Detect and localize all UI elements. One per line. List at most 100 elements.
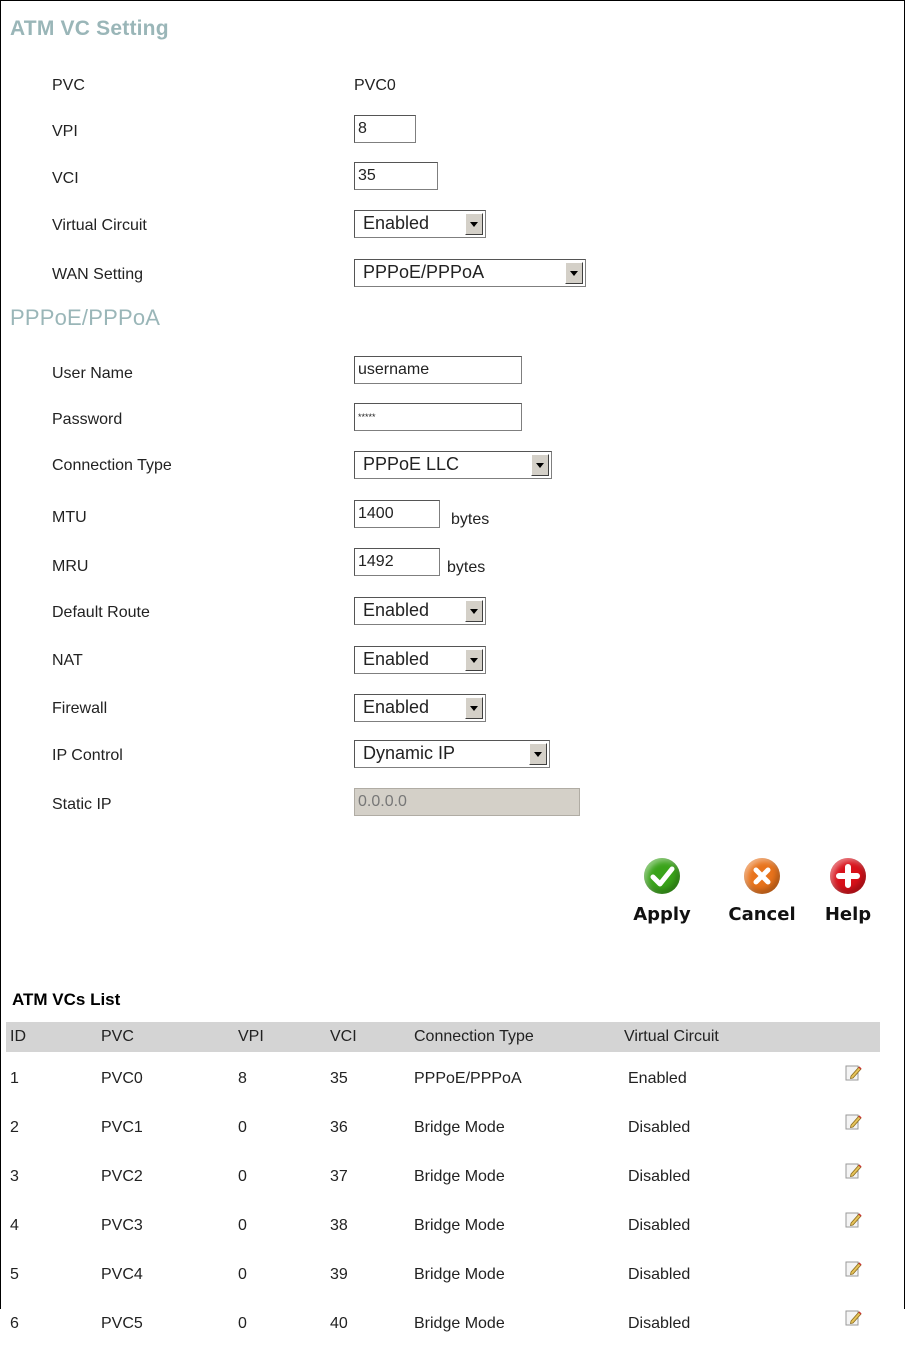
cancel-label: Cancel — [728, 904, 796, 925]
edit-icon[interactable] — [845, 1309, 862, 1326]
table-row: 6 PVC5 0 40 Bridge Mode Disabled — [0, 1310, 880, 1345]
edit-icon[interactable] — [845, 1162, 862, 1179]
cell-pvc: PVC1 — [101, 1119, 143, 1136]
nat-label: NAT — [52, 652, 83, 669]
atm-vc-setting-title: ATM VC Setting — [10, 17, 169, 40]
vc-list-header: ID PVC VPI VCI Connection Type Virtual C… — [6, 1022, 880, 1052]
cell-vci: 38 — [330, 1217, 348, 1234]
cell-vci: 36 — [330, 1119, 348, 1136]
cell-pvc: PVC0 — [101, 1070, 143, 1087]
cell-vpi: 0 — [238, 1266, 247, 1283]
edit-icon[interactable] — [845, 1211, 862, 1228]
cell-id: 5 — [10, 1266, 19, 1283]
cell-vpi: 0 — [238, 1315, 247, 1332]
user-name-input[interactable] — [354, 356, 522, 384]
table-row: 1 PVC0 8 35 PPPoE/PPPoA Enabled — [0, 1065, 880, 1100]
header-connection-type: Connection Type — [414, 1028, 534, 1045]
apply-label: Apply — [633, 904, 691, 925]
cell-connection-type: Bridge Mode — [414, 1168, 505, 1185]
mtu-unit: bytes — [451, 511, 490, 528]
apply-button[interactable]: Apply — [629, 858, 695, 925]
table-row: 3 PVC2 0 37 Bridge Mode Disabled — [0, 1163, 880, 1198]
mtu-input[interactable] — [354, 500, 440, 528]
default-route-select-value: Enabled — [363, 600, 430, 620]
mru-label: MRU — [52, 558, 89, 575]
password-input[interactable] — [354, 403, 522, 431]
table-row: 4 PVC3 0 38 Bridge Mode Disabled — [0, 1212, 880, 1247]
static-ip-input — [354, 788, 580, 816]
cancel-button[interactable]: Cancel — [721, 858, 803, 925]
firewall-select[interactable]: Enabled — [354, 694, 486, 722]
edit-icon[interactable] — [845, 1260, 862, 1277]
close-icon — [744, 858, 780, 894]
chevron-down-icon[interactable] — [529, 743, 547, 765]
cell-connection-type: Bridge Mode — [414, 1266, 505, 1283]
default-route-select[interactable]: Enabled — [354, 597, 486, 625]
nat-select-value: Enabled — [363, 649, 430, 669]
wan-setting-select[interactable]: PPPoE/PPPoA — [354, 259, 586, 287]
cell-connection-type: Bridge Mode — [414, 1119, 505, 1136]
wan-setting-select-value: PPPoE/PPPoA — [363, 262, 485, 282]
header-vci: VCI — [330, 1028, 357, 1045]
connection-type-select-value: PPPoE LLC — [363, 454, 460, 474]
ip-control-label: IP Control — [52, 747, 123, 764]
chevron-down-icon[interactable] — [465, 697, 483, 719]
checkmark-icon — [644, 858, 680, 894]
help-label: Help — [824, 904, 872, 925]
mru-unit: bytes — [447, 559, 486, 576]
cell-virtual-circuit: Disabled — [628, 1119, 691, 1136]
vpi-label: VPI — [52, 123, 78, 140]
cell-vpi: 0 — [238, 1119, 247, 1136]
cell-vpi: 0 — [238, 1217, 247, 1234]
ip-control-select[interactable]: Dynamic IP — [354, 740, 550, 768]
cell-virtual-circuit: Disabled — [628, 1168, 691, 1185]
cell-id: 2 — [10, 1119, 19, 1136]
cell-id: 1 — [10, 1070, 19, 1087]
default-route-label: Default Route — [52, 604, 150, 621]
cell-pvc: PVC4 — [101, 1266, 143, 1283]
vpi-input[interactable] — [354, 115, 416, 143]
chevron-down-icon[interactable] — [565, 262, 583, 284]
cell-connection-type: PPPoE/PPPoA — [414, 1070, 522, 1087]
mru-input[interactable] — [354, 548, 440, 576]
chevron-down-icon[interactable] — [465, 649, 483, 671]
chevron-down-icon[interactable] — [531, 454, 549, 476]
cell-vci: 39 — [330, 1266, 348, 1283]
connection-type-label: Connection Type — [52, 457, 172, 474]
chevron-down-icon[interactable] — [465, 213, 483, 235]
table-row: 2 PVC1 0 36 Bridge Mode Disabled — [0, 1114, 880, 1149]
vci-input[interactable] — [354, 162, 438, 190]
cell-virtual-circuit: Disabled — [628, 1315, 691, 1332]
firewall-label: Firewall — [52, 700, 108, 717]
pvc-label: PVC — [52, 77, 85, 94]
static-ip-label: Static IP — [52, 796, 112, 813]
cell-pvc: PVC3 — [101, 1217, 143, 1234]
cell-virtual-circuit: Enabled — [628, 1070, 687, 1087]
help-button[interactable]: Help — [818, 858, 878, 925]
cell-virtual-circuit: Disabled — [628, 1266, 691, 1283]
edit-icon[interactable] — [845, 1113, 862, 1130]
cell-id: 6 — [10, 1315, 19, 1332]
table-row: 5 PVC4 0 39 Bridge Mode Disabled — [0, 1261, 880, 1296]
cell-vci: 35 — [330, 1070, 348, 1087]
header-vpi: VPI — [238, 1028, 264, 1045]
nat-select[interactable]: Enabled — [354, 646, 486, 674]
header-virtual-circuit: Virtual Circuit — [624, 1028, 719, 1045]
password-label: Password — [52, 411, 123, 428]
cell-connection-type: Bridge Mode — [414, 1217, 505, 1234]
cell-vci: 37 — [330, 1168, 348, 1185]
virtual-circuit-select-value: Enabled — [363, 213, 430, 233]
cell-id: 4 — [10, 1217, 19, 1234]
virtual-circuit-select[interactable]: Enabled — [354, 210, 486, 238]
chevron-down-icon[interactable] — [465, 600, 483, 622]
header-id: ID — [10, 1028, 26, 1045]
vci-label: VCI — [52, 170, 79, 187]
user-name-label: User Name — [52, 365, 133, 382]
virtual-circuit-label: Virtual Circuit — [52, 217, 147, 234]
edit-icon[interactable] — [845, 1064, 862, 1081]
pvc-value: PVC0 — [354, 77, 396, 94]
cell-id: 3 — [10, 1168, 19, 1185]
pppoe-title: PPPoE/PPPoA — [10, 305, 161, 330]
connection-type-select[interactable]: PPPoE LLC — [354, 451, 552, 479]
wan-setting-label: WAN Setting — [52, 266, 143, 283]
